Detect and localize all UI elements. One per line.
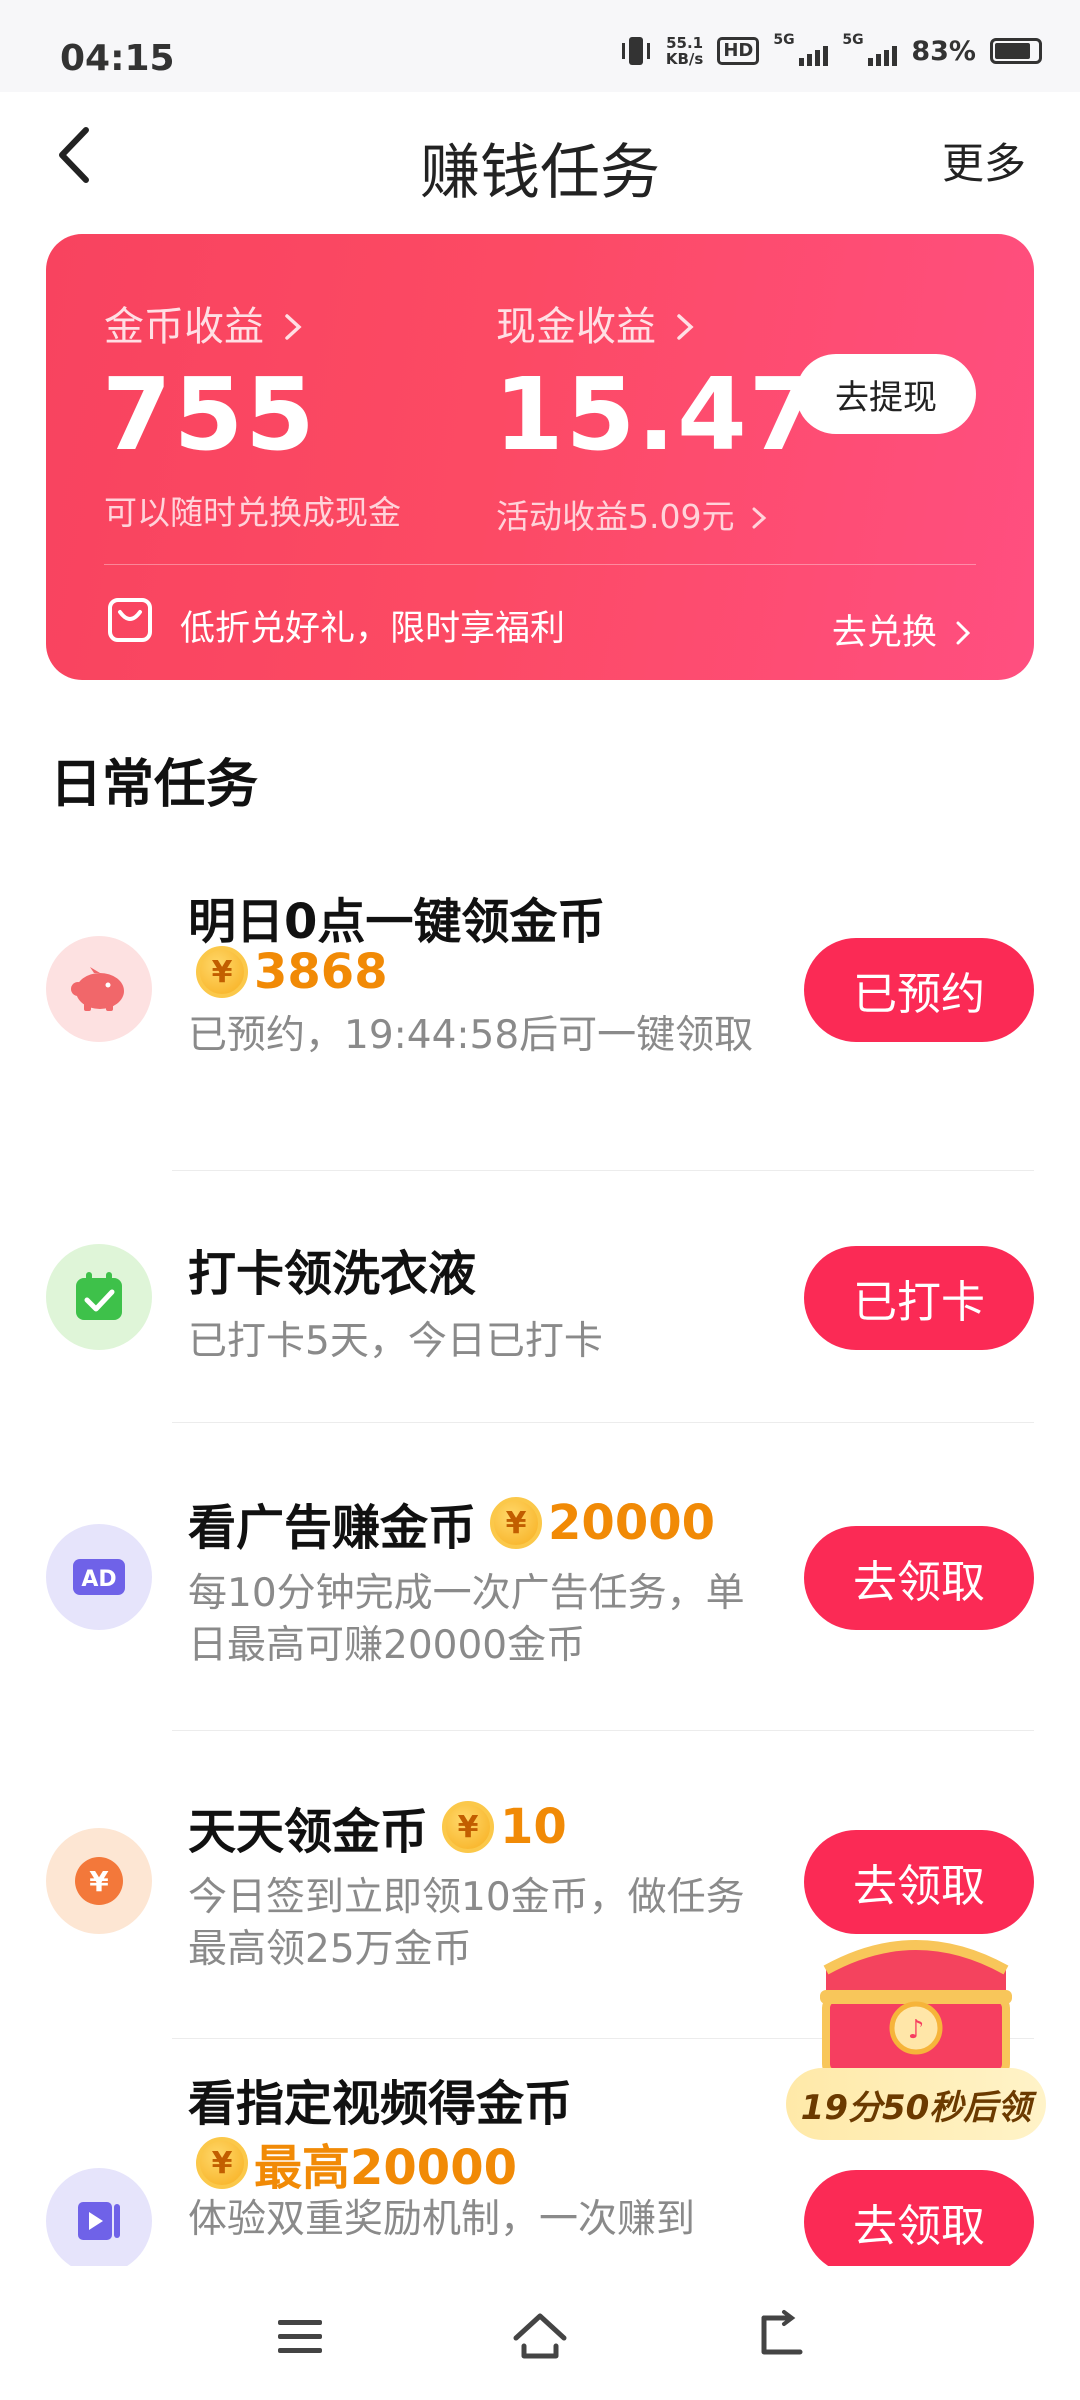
task-item: 明日0点一键领金币 ¥ 3868 已预约，19:44:58后可一键领取 已预约 (0, 860, 1080, 1170)
exchange-label: 去兑换 (831, 613, 937, 653)
coin-icon: ¥ (196, 946, 248, 998)
divider (172, 1422, 1034, 1423)
task-coin-amount: 10 (500, 1799, 567, 1855)
task-title: 打卡领洗衣液 (188, 1246, 477, 1302)
signal-icon-2: 5G (842, 32, 898, 66)
chevron-right-icon (752, 507, 767, 529)
task-title-row: 看广告赚金币 ¥ 20000 (188, 1488, 715, 1558)
checked-in-button[interactable]: 已打卡 (804, 1246, 1034, 1350)
task-coin-reward: ¥ 最高20000 (196, 2128, 517, 2198)
menu-button[interactable] (270, 2306, 330, 2366)
signal-icon: 5G (773, 32, 829, 66)
network-speed-unit: KB/s (665, 50, 704, 68)
navigation-bar (0, 2266, 1080, 2400)
coin-icon: ¥ (196, 2137, 248, 2189)
header: 赚钱任务 更多 (0, 92, 1080, 232)
more-button[interactable]: 更多 (942, 130, 1026, 191)
battery-icon (990, 38, 1042, 64)
claim-button[interactable]: 去领取 (804, 1526, 1034, 1630)
chevron-right-icon (284, 314, 302, 340)
reserved-button[interactable]: 已预约 (804, 938, 1034, 1042)
promo-text: 低折兑好礼，限时享福利 (180, 609, 566, 649)
task-coin-reward: ¥ 10 (442, 1799, 567, 1855)
piggy-bank-icon (46, 936, 152, 1042)
svg-text:♪: ♪ (908, 2015, 925, 2045)
activity-earnings-link[interactable]: 活动收益5.09元 (496, 490, 769, 538)
coin-earnings-subtitle: 可以随时兑换成现金 (104, 493, 401, 532)
task-coin-reward: ¥ 20000 (490, 1495, 715, 1551)
divider (172, 1730, 1034, 1731)
ad-icon: AD (46, 1524, 152, 1630)
status-bar: 04:15 55.1 KB/s HD 5G 5G 83% (0, 0, 1080, 92)
video-icon (46, 2168, 152, 2266)
task-title: 明日0点一键领金币 (188, 894, 606, 950)
chest-countdown[interactable]: 19分50秒后领 (786, 2068, 1046, 2140)
yuan-coin-icon: ¥ (46, 1828, 152, 1934)
svg-text:¥: ¥ (89, 1865, 109, 1898)
task-description: 今日签到立即领10金币，做任务最高领25万金币 (188, 1875, 745, 1972)
calendar-check-icon (46, 1244, 152, 1350)
chevron-right-icon (956, 621, 971, 645)
task-coin-amount: 3868 (254, 944, 388, 1000)
coin-earnings-title: 金币收益 (104, 304, 264, 350)
task-title-row: 天天领金币 ¥ 10 (188, 1792, 567, 1862)
vibrate-icon (620, 34, 652, 68)
chevron-right-icon (676, 314, 694, 340)
cash-earnings-link[interactable]: 现金收益 (496, 294, 697, 352)
battery-percent: 83% (911, 35, 976, 67)
shopping-bag-icon (106, 596, 154, 644)
task-item: AD 看广告赚金币 ¥ 20000 每10分钟完成一次广告任务，单日最高可赚20… (0, 1424, 1080, 1730)
claim-button[interactable]: 去领取 (804, 2170, 1034, 2266)
home-button[interactable] (510, 2306, 570, 2366)
task-title: 天天领金币 (188, 1804, 429, 1860)
task-description: 已打卡5天，今日已打卡 (188, 1319, 603, 1364)
withdraw-button[interactable]: 去提现 (796, 354, 976, 434)
back-nav-button[interactable] (750, 2306, 810, 2366)
section-title: 日常任务 (50, 755, 259, 815)
status-icons: 55.1 KB/s HD 5G 5G 83% (620, 32, 1042, 68)
home-icon (513, 2313, 567, 2359)
task-description: 体验双重奖励机制，一次赚到 (188, 2197, 696, 2242)
task-title: 看广告赚金币 (188, 1500, 477, 1556)
return-icon (761, 2310, 803, 2355)
claim-button[interactable]: 去领取 (804, 1830, 1034, 1934)
page-title: 赚钱任务 (420, 138, 660, 208)
coin-icon: ¥ (442, 1801, 495, 1853)
hd-icon: HD (717, 37, 760, 65)
coin-icon: ¥ (490, 1497, 543, 1549)
network-speed-value: 55.1 (666, 34, 704, 52)
task-coin-amount: 最高20000 (254, 2140, 517, 2196)
task-coin-reward: ¥ 3868 (196, 944, 388, 1000)
status-time: 04:15 (60, 38, 175, 79)
sim1-label: 5G (773, 32, 795, 48)
activity-earnings-text: 活动收益5.09元 (496, 497, 735, 536)
cash-earnings-title: 现金收益 (496, 304, 656, 350)
task-item: 打卡领洗衣液 已打卡5天，今日已打卡 已打卡 (0, 1172, 1080, 1422)
exchange-link[interactable]: 去兑换 (832, 604, 974, 655)
task-description: 每10分钟完成一次广告任务，单日最高可赚20000金币 (188, 1571, 745, 1668)
card-divider (104, 564, 976, 565)
task-title: 看指定视频得金币 (188, 2076, 573, 2132)
network-speed: 55.1 KB/s (666, 35, 703, 67)
sim2-label: 5G (842, 32, 864, 48)
divider (172, 1170, 1034, 1171)
coin-earnings-value: 755 (102, 356, 317, 473)
earnings-card: 金币收益 755 可以随时兑换成现金 现金收益 15.47 活动收益5.09元 … (46, 234, 1034, 680)
cash-earnings-value: 15.47 (494, 356, 821, 473)
task-coin-amount: 20000 (548, 1495, 716, 1551)
menu-icon (278, 2320, 322, 2353)
coin-earnings-link[interactable]: 金币收益 (104, 294, 305, 352)
svg-text:AD: AD (81, 1567, 116, 1592)
task-description: 已预约，19:44:58后可一键领取 (188, 1013, 754, 1058)
